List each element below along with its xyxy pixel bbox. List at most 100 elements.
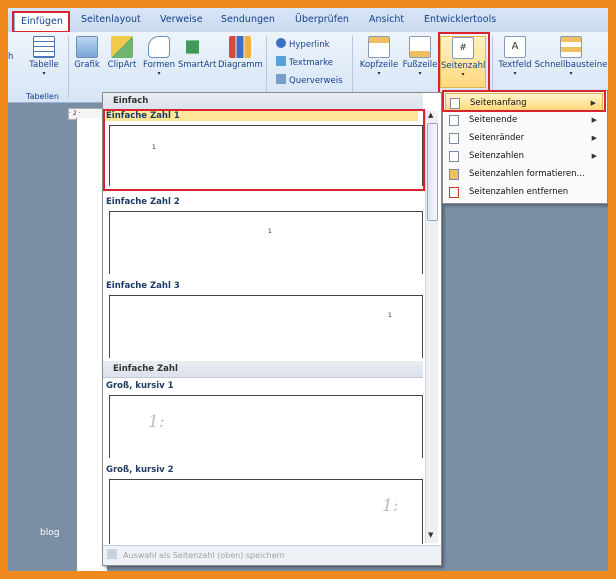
clipart-icon — [111, 36, 133, 58]
save-selection-item[interactable]: Auswahl als Seitenzahl (oben) speichern — [103, 545, 441, 565]
textbox-icon: A — [504, 36, 526, 58]
chevron-down-icon: ▾ — [418, 70, 422, 77]
querverweis-button[interactable]: Querverweis — [276, 74, 343, 86]
clipart-label: ClipArt — [107, 60, 137, 70]
menu-item-label: Seitenzahlen — [469, 151, 524, 161]
chevron-down-icon: ▾ — [569, 70, 573, 77]
gallery-highlight-box — [103, 109, 425, 191]
textfeld-button[interactable]: A Textfeld ▾ — [498, 36, 532, 77]
gallery-thumb-einfache-zahl-3[interactable]: 1 — [109, 295, 423, 358]
picture-icon — [76, 36, 98, 58]
chevron-right-icon: ▶ — [591, 152, 597, 160]
gallery-thumb-gross-kursiv-2[interactable]: 1: — [109, 479, 423, 544]
gallery-item-label[interactable]: Groß, kursiv 2 — [106, 465, 174, 475]
tab-sendungen[interactable]: Sendungen — [221, 12, 275, 28]
gallery-thumb-einfache-zahl-2[interactable]: 1 — [109, 211, 423, 274]
menu-item-seitenende[interactable]: Seitenende ▶ — [445, 111, 603, 129]
schnellbausteine-label: Schnellbausteine — [534, 60, 608, 70]
gallery-section-header: Einfache Zahl — [103, 361, 423, 378]
textmarke-button[interactable]: Textmarke — [276, 56, 333, 68]
chevron-down-icon: ▾ — [42, 70, 46, 77]
bookmark-icon — [276, 56, 286, 66]
grafik-button[interactable]: Grafik — [72, 36, 102, 70]
kopfzeile-button[interactable]: Kopfzeile ▾ — [358, 36, 400, 77]
grafik-label: Grafik — [74, 60, 100, 70]
scroll-up-icon[interactable]: ▲ — [428, 111, 433, 119]
footer-icon — [409, 36, 431, 58]
clipart-button[interactable]: ClipArt — [106, 36, 138, 70]
gallery-item-label[interactable]: Groß, kursiv 1 — [106, 381, 174, 391]
chevron-down-icon: ▾ — [513, 70, 517, 77]
ribbon-tabs: Einfügen Seitenlayout Verweise Sendungen… — [8, 8, 608, 32]
gallery-item-label[interactable]: Einfache Zahl 2 — [106, 197, 180, 207]
tab-highlight-box — [12, 11, 70, 33]
smartart-icon — [186, 40, 208, 54]
group-separator — [68, 36, 69, 98]
globe-link-icon — [276, 38, 286, 48]
tab-ueberpruefen[interactable]: Überprüfen — [295, 12, 349, 28]
page-number-gallery: Einfach Einfache Zahl 1 1 Einfache Zahl … — [102, 92, 442, 566]
menu-item-entfernen[interactable]: Seitenzahlen entfernen — [445, 183, 603, 201]
header-icon — [368, 36, 390, 58]
menu-highlight-box — [442, 90, 606, 112]
menu-item-seitenzahlen[interactable]: Seitenzahlen ▶ — [445, 147, 603, 165]
gallery-section-header: Einfach — [103, 93, 423, 110]
chart-icon — [229, 36, 251, 58]
menu-item-formatieren[interactable]: Seitenzahlen formatieren... — [445, 165, 603, 183]
formen-button[interactable]: Formen ▾ — [142, 36, 176, 77]
page-number-marker: 1: — [148, 412, 165, 432]
tabelle-label: Tabelle — [29, 60, 59, 70]
menu-item-label: Seitenzahlen entfernen — [469, 187, 569, 197]
formen-label: Formen — [142, 60, 176, 70]
querverweis-label: Querverweis — [289, 76, 343, 86]
page-number-marker: 1 — [388, 312, 392, 319]
gallery-scrollbar[interactable]: ▲ ▼ — [425, 111, 438, 543]
diagramm-button[interactable]: Diagramm — [218, 36, 263, 70]
table-icon — [33, 36, 55, 58]
schnellbausteine-button[interactable]: Schnellbausteine ▾ — [534, 36, 608, 77]
tab-seitenlayout[interactable]: Seitenlayout — [81, 12, 141, 28]
tab-entwicklertools[interactable]: Entwicklertools — [424, 12, 496, 28]
scroll-down-icon[interactable]: ▼ — [428, 531, 433, 539]
chevron-right-icon: ▶ — [591, 116, 597, 124]
hyperlink-button[interactable]: Hyperlink — [276, 38, 330, 50]
textmarke-label: Textmarke — [289, 58, 334, 68]
save-selection-label: Auswahl als Seitenzahl (oben) speichern — [123, 551, 285, 560]
word-window: Einfügen Seitenlayout Verweise Sendungen… — [8, 8, 608, 571]
smartart-button[interactable]: SmartArt — [178, 36, 216, 70]
remove-icon — [449, 187, 459, 198]
seitenzahl-highlight-box — [438, 32, 490, 94]
menu-item-seitenraender[interactable]: Seitenränder ▶ — [445, 129, 603, 147]
chevron-down-icon: ▾ — [377, 70, 381, 77]
tabelle-button[interactable]: Tabelle ▾ — [26, 36, 62, 77]
quick-parts-icon — [560, 36, 582, 58]
group-separator — [492, 36, 493, 98]
cross-reference-icon — [276, 74, 286, 84]
page-number-marker: 1 — [268, 228, 272, 235]
scroll-thumb[interactable] — [427, 123, 438, 221]
gallery-item-label[interactable]: Einfache Zahl 3 — [106, 281, 180, 291]
kopfzeile-label: Kopfzeile — [359, 60, 399, 70]
textfeld-label: Textfeld — [498, 60, 532, 70]
smartart-label: SmartArt — [178, 60, 217, 70]
menu-item-label: Seitenende — [469, 115, 518, 125]
save-gallery-icon — [107, 549, 117, 559]
gallery-thumb-gross-kursiv-1[interactable]: 1: — [109, 395, 423, 458]
tab-ansicht[interactable]: Ansicht — [369, 12, 404, 28]
fusszeile-button[interactable]: Fußzeile ▾ — [401, 36, 439, 77]
chevron-right-icon: ▶ — [591, 134, 597, 142]
tab-verweise[interactable]: Verweise — [160, 12, 203, 28]
menu-item-label: Seitenzahlen formatieren... — [469, 169, 585, 179]
tabellen-group-label: Tabellen — [26, 92, 59, 101]
format-icon — [449, 169, 459, 180]
page-margins-icon — [449, 133, 459, 144]
chevron-down-icon: ▾ — [157, 70, 161, 77]
page-bottom-icon — [449, 115, 459, 126]
page-numbers-icon — [449, 151, 459, 162]
page-number-marker: 1: — [382, 496, 399, 516]
shapes-icon — [148, 36, 170, 58]
hyperlink-label: Hyperlink — [289, 40, 330, 50]
group-separator — [266, 36, 267, 98]
watermark-text: blog — [40, 528, 60, 538]
menu-item-label: Seitenränder — [469, 133, 525, 143]
